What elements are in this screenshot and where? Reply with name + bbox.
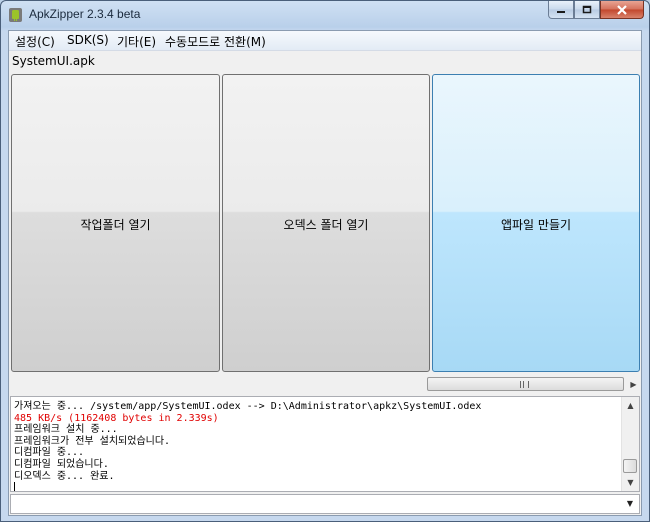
build-apk-button[interactable]: 앱파일 만들기 bbox=[432, 74, 640, 372]
open-work-folder-label: 작업폴더 열기 bbox=[80, 218, 151, 232]
window-title: ApkZipper 2.3.4 beta bbox=[29, 7, 141, 21]
grip-icon bbox=[520, 381, 529, 388]
log-line: 가져오는 중... /system/app/SystemUI.odex --> … bbox=[14, 401, 482, 412]
minimize-button[interactable] bbox=[548, 1, 574, 19]
log-line: 485 KB/s (1162408 bytes in 2.339s) bbox=[14, 412, 219, 424]
vertical-scrollbar[interactable]: ▲ ▼ bbox=[621, 397, 639, 491]
menu-sdk[interactable]: SDK(S) bbox=[67, 33, 109, 47]
app-window: ApkZipper 2.3.4 beta 설정(C) SDK(S) 기타(E) … bbox=[0, 0, 650, 522]
build-apk-label: 앱파일 만들기 bbox=[500, 218, 572, 232]
open-odex-folder-label: 오덱스 폴더 열기 bbox=[283, 218, 369, 232]
scrollbar-thumb[interactable] bbox=[427, 377, 624, 391]
dropdown-arrow-icon[interactable]: ▼ bbox=[623, 497, 637, 511]
log-line: 프레임워크 설치 중... bbox=[14, 424, 118, 436]
menu-bar: 설정(C) SDK(S) 기타(E) 수동모드로 전환(M) bbox=[9, 31, 641, 51]
apk-file-name: SystemUI.apk bbox=[12, 54, 95, 68]
log-output[interactable]: 가져오는 중... /system/app/SystemUI.odex --> … bbox=[10, 396, 640, 492]
client-area: 설정(C) SDK(S) 기타(E) 수동모드로 전환(M) SystemUI.… bbox=[8, 30, 642, 516]
menu-manual-mode[interactable]: 수동모드로 전환(M) bbox=[165, 33, 266, 50]
open-odex-folder-button[interactable]: 오덱스 폴더 열기 bbox=[222, 74, 430, 372]
log-line: 디컴파일 중... bbox=[14, 447, 85, 459]
maximize-button[interactable] bbox=[574, 1, 600, 19]
log-lines: 가져오는 중... /system/app/SystemUI.odex --> … bbox=[14, 401, 482, 491]
log-line: 디컴파일 되었습니다. bbox=[14, 458, 109, 470]
open-work-folder-button[interactable]: 작업폴더 열기 bbox=[11, 74, 220, 372]
log-line: 디오덱스 중... 완료. bbox=[14, 470, 115, 482]
title-bar[interactable]: ApkZipper 2.3.4 beta bbox=[1, 1, 649, 29]
vertical-scrollbar-thumb[interactable] bbox=[623, 459, 637, 473]
scroll-right-icon[interactable]: ▶ bbox=[625, 376, 642, 393]
close-button[interactable] bbox=[600, 1, 644, 19]
close-icon bbox=[617, 4, 627, 15]
minimize-icon bbox=[557, 10, 565, 13]
text-caret bbox=[14, 482, 15, 491]
scroll-up-icon[interactable]: ▲ bbox=[622, 397, 639, 414]
scroll-down-icon[interactable]: ▼ bbox=[622, 474, 639, 491]
menu-settings[interactable]: 설정(C) bbox=[15, 33, 55, 50]
caption-buttons bbox=[548, 1, 644, 20]
android-icon bbox=[9, 8, 22, 22]
maximize-icon bbox=[582, 5, 592, 14]
menu-etc[interactable]: 기타(E) bbox=[117, 33, 156, 50]
horizontal-scrollbar[interactable]: ▶ bbox=[427, 376, 641, 393]
command-combobox[interactable]: ▼ bbox=[10, 494, 640, 514]
log-line: 프레임워크가 전부 설치되었습니다. bbox=[14, 435, 171, 447]
